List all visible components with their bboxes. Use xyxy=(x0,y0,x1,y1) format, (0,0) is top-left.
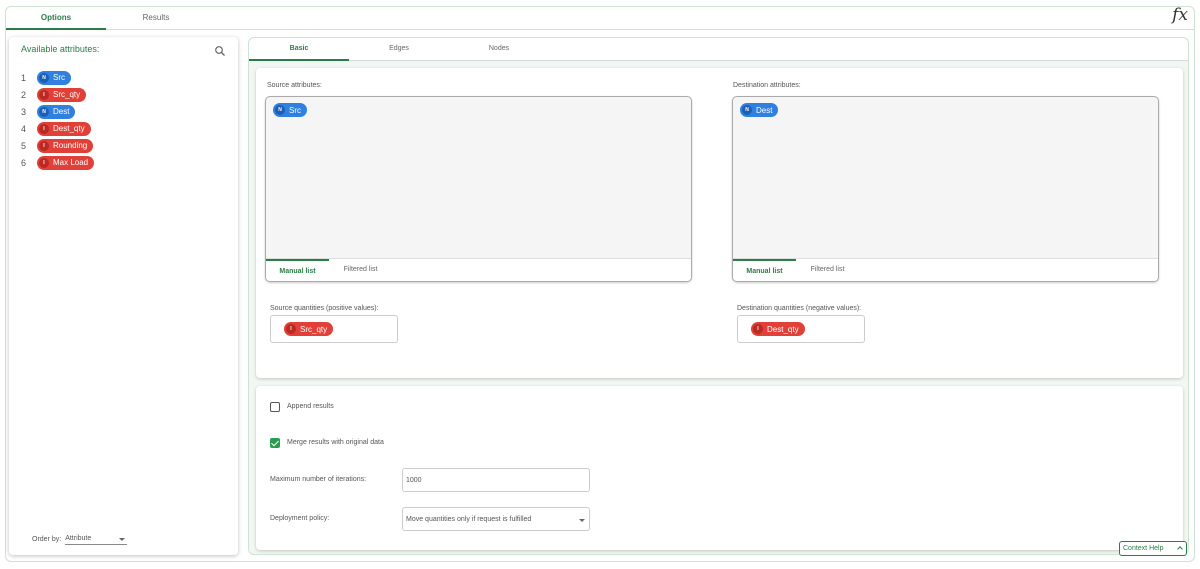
tab-filtered-list[interactable]: Filtered list xyxy=(796,259,859,281)
integer-type-icon: I xyxy=(39,157,49,168)
tab-manual-list[interactable]: Manual list xyxy=(266,259,329,281)
task-options-panel: Basic Edges Nodes Source attributes: N Sr… xyxy=(248,37,1189,555)
tab-results[interactable]: Results xyxy=(106,7,206,30)
attribute-chip[interactable]: I Src_qty xyxy=(37,87,87,102)
search-icon[interactable] xyxy=(214,45,226,57)
list-item[interactable]: 6 I Max Load xyxy=(21,154,95,171)
attribute-index: 6 xyxy=(21,157,27,168)
deployment-policy-value: Move quantities only if request is fulfi… xyxy=(406,516,532,523)
context-help-label: Context Help xyxy=(1123,545,1164,552)
nominal-type-icon: N xyxy=(39,72,49,83)
attribute-label: Src xyxy=(53,73,65,82)
attribute-list: 1 N Src 2 I Src_qty 3 N Dest 4 I Dest_qty 5 … xyxy=(21,69,95,171)
attribute-chip[interactable]: N Src xyxy=(37,70,71,85)
order-by-control: Order by: Attribute xyxy=(32,533,128,545)
tab-options[interactable]: Options xyxy=(6,7,106,30)
attribute-label: Max Load xyxy=(53,158,89,167)
destination-quantities-field[interactable]: I Dest_qty xyxy=(737,315,865,343)
deployment-policy-label: Deployment policy: xyxy=(270,515,330,522)
chevron-down-icon xyxy=(119,538,126,541)
attribute-index: 3 xyxy=(21,106,27,117)
chevron-up-icon xyxy=(1177,546,1183,552)
destination-list-tabs: Manual list Filtered list xyxy=(733,258,1158,281)
nominal-type-icon: N xyxy=(742,105,752,115)
destination-attribute-chip[interactable]: N Dest xyxy=(740,103,779,117)
attribute-index: 2 xyxy=(21,89,27,100)
deployment-policy-select[interactable]: Move quantities only if request is fulfi… xyxy=(402,507,590,531)
integer-type-icon: I xyxy=(39,123,49,134)
chip-label: Dest_qty xyxy=(767,324,799,334)
options-card: Append results Merge results with origin… xyxy=(256,386,1183,550)
attribute-chip[interactable]: I Rounding xyxy=(37,138,94,153)
list-item[interactable]: 2 I Src_qty xyxy=(21,86,94,103)
tab-basic[interactable]: Basic xyxy=(249,38,349,61)
destination-quantity-chip[interactable]: I Dest_qty xyxy=(751,322,805,336)
integer-type-icon: I xyxy=(39,140,49,151)
chip-label: Src xyxy=(289,105,301,115)
list-item[interactable]: 1 N Src xyxy=(21,69,94,86)
destination-quantities-label: Destination quantities (negative values)… xyxy=(737,305,862,312)
tab-nodes[interactable]: Nodes xyxy=(449,38,549,61)
order-by-select[interactable]: Attribute xyxy=(65,533,128,545)
attributes-card: Source attributes: N Src Manual list Filt… xyxy=(256,68,1183,378)
attribute-label: Dest xyxy=(53,107,70,116)
integer-type-icon: I xyxy=(753,324,763,334)
attribute-chip[interactable]: I Max Load xyxy=(37,155,95,170)
attribute-label: Dest_qty xyxy=(53,124,85,133)
source-attributes-list[interactable]: N Src Manual list Filtered list xyxy=(265,96,692,282)
attribute-chip[interactable]: I Dest_qty xyxy=(37,121,91,136)
top-tab-bar: Options Results fx xyxy=(6,5,1194,30)
source-list-tabs: Manual list Filtered list xyxy=(266,258,691,281)
sub-tab-bar: Basic Edges Nodes xyxy=(249,38,1188,61)
attribute-index: 4 xyxy=(21,123,27,134)
tab-filtered-list[interactable]: Filtered list xyxy=(329,259,392,281)
max-iterations-input[interactable]: 1000 xyxy=(402,468,590,492)
chip-label: Dest xyxy=(756,105,773,115)
source-attributes-label: Source attributes: xyxy=(267,82,322,89)
source-attribute-chip[interactable]: N Src xyxy=(273,103,307,117)
formula-icon[interactable]: fx xyxy=(1172,5,1188,25)
destination-attributes-list[interactable]: N Dest Manual list Filtered list xyxy=(732,96,1159,282)
available-attributes-title: Available attributes: xyxy=(21,44,100,54)
integer-type-icon: I xyxy=(286,324,296,334)
context-help-button[interactable]: Context Help xyxy=(1119,541,1187,556)
attribute-label: Src_qty xyxy=(53,90,81,99)
attribute-index: 5 xyxy=(21,140,27,151)
order-by-label: Order by: xyxy=(32,535,62,543)
nominal-type-icon: N xyxy=(39,106,49,117)
order-by-value: Attribute xyxy=(65,535,92,542)
merge-results-checkbox[interactable] xyxy=(270,438,280,448)
list-item[interactable]: 5 I Rounding xyxy=(21,137,94,154)
attribute-index: 1 xyxy=(21,72,27,83)
nominal-type-icon: N xyxy=(275,105,285,115)
attribute-chip[interactable]: N Dest xyxy=(37,104,76,119)
available-attributes-panel: Available attributes: 1 N Src 2 I Src_qty … xyxy=(9,37,238,555)
list-item[interactable]: 3 N Dest xyxy=(21,103,94,120)
append-results-checkbox[interactable] xyxy=(270,402,280,412)
source-quantities-label: Source quantities (positive values): xyxy=(270,305,379,312)
append-results-label: Append results xyxy=(287,403,334,410)
app-frame: Options Results fx Available attributes:… xyxy=(5,5,1195,562)
destination-attributes-label: Destination attributes: xyxy=(733,82,801,89)
tab-edges[interactable]: Edges xyxy=(349,38,449,61)
chevron-down-icon xyxy=(579,519,585,522)
tab-manual-list[interactable]: Manual list xyxy=(733,259,796,281)
source-quantity-chip[interactable]: I Src_qty xyxy=(284,322,334,336)
attribute-label: Rounding xyxy=(53,141,88,150)
merge-results-label: Merge results with original data xyxy=(287,439,384,446)
max-iterations-label: Maximum number of iterations: xyxy=(270,476,367,483)
list-item[interactable]: 4 I Dest_qty xyxy=(21,120,94,137)
integer-type-icon: I xyxy=(39,89,49,100)
chip-label: Src_qty xyxy=(300,324,328,334)
source-quantities-field[interactable]: I Src_qty xyxy=(270,315,398,343)
